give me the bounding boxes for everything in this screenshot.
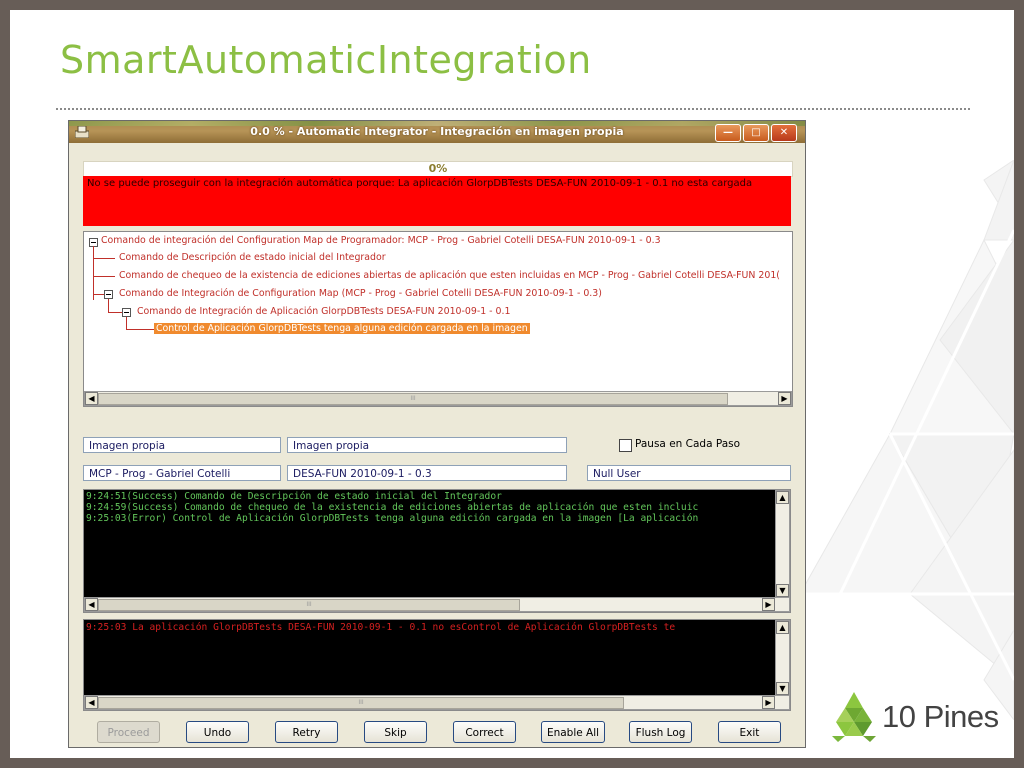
image-source-field[interactable]: Imagen propia	[83, 437, 281, 453]
error-log-vertical-scrollbar[interactable]: ▲ ▼	[775, 620, 790, 696]
log-line: 9:24:51(Success) Comando de Descripción …	[86, 491, 502, 502]
scroll-left-icon[interactable]: ◀	[85, 696, 98, 709]
triangle-pattern-decoration	[780, 160, 1014, 720]
tree-horizontal-scrollbar[interactable]: ◀ III ▶	[84, 391, 792, 406]
scroll-down-icon[interactable]: ▼	[776, 682, 789, 695]
flush-log-button[interactable]: Flush Log	[629, 721, 692, 743]
tree-item[interactable]: Comando de Descripción de estado inicial…	[119, 252, 386, 263]
minimize-icon[interactable]: —	[715, 124, 741, 142]
undo-button[interactable]: Undo	[186, 721, 249, 743]
progress-label: 0%	[428, 162, 448, 175]
scroll-left-icon[interactable]: ◀	[85, 598, 98, 611]
integration-log[interactable]: 9:24:51(Success) Comando de Descripción …	[83, 489, 791, 613]
tree-item-selected[interactable]: Control de Aplicación GlorpDBTests tenga…	[154, 323, 530, 334]
retry-button[interactable]: Retry	[275, 721, 338, 743]
progress-bar: 0%	[83, 161, 793, 177]
proceed-button[interactable]: Proceed	[97, 721, 160, 743]
correct-button[interactable]: Correct	[453, 721, 516, 743]
pause-checkbox[interactable]	[619, 439, 632, 452]
exit-button[interactable]: Exit	[718, 721, 781, 743]
slide-title: SmartAutomaticIntegration	[60, 38, 592, 82]
brand-logo: 10 Pines	[832, 692, 999, 742]
scroll-right-icon[interactable]: ▶	[762, 598, 775, 611]
tree-item[interactable]: Comando de chequeo de la existencia de e…	[119, 270, 780, 281]
window-title: 0.0 % - Automatic Integrator - Integraci…	[250, 125, 624, 138]
slide: SmartAutomaticIntegration 10 Pines 0.0 %…	[10, 10, 1014, 758]
error-message-box: No se puede proseguir con la integración…	[83, 176, 791, 226]
config-map-field[interactable]: MCP - Prog - Gabriel Cotelli	[83, 465, 281, 481]
scroll-down-icon[interactable]: ▼	[776, 584, 789, 597]
user-field[interactable]: Null User	[587, 465, 791, 481]
scroll-right-icon[interactable]: ▶	[778, 392, 791, 405]
error-log-horizontal-scrollbar[interactable]: ◀ III ▶	[84, 695, 790, 710]
error-log[interactable]: 9:25:03 La aplicación GlorpDBTests DESA-…	[83, 619, 791, 711]
brand-name: 10 Pines	[882, 699, 999, 734]
scroll-left-icon[interactable]: ◀	[85, 392, 98, 405]
scroll-right-icon[interactable]: ▶	[762, 696, 775, 709]
pause-label: Pausa en Cada Paso	[635, 438, 741, 450]
automatic-integrator-window: 0.0 % - Automatic Integrator - Integraci…	[68, 120, 806, 748]
tree-item[interactable]: Comando de Integración de Aplicación Glo…	[137, 306, 510, 317]
error-log-line: 9:25:03 La aplicación GlorpDBTests DESA-…	[86, 622, 676, 633]
collapse-toggle-icon[interactable]	[122, 308, 131, 317]
tree-item[interactable]: Comando de integración del Configuration…	[101, 235, 661, 246]
scroll-thumb[interactable]: III	[98, 599, 520, 611]
image-target-field[interactable]: Imagen propia	[287, 437, 567, 453]
log-vertical-scrollbar[interactable]: ▲ ▼	[775, 490, 790, 598]
log-line: 9:24:59(Success) Comando de chequeo de l…	[86, 502, 699, 513]
scroll-up-icon[interactable]: ▲	[776, 491, 789, 504]
maximize-icon[interactable]: □	[743, 124, 769, 142]
command-tree[interactable]: Comando de integración del Configuration…	[83, 231, 793, 407]
skip-button[interactable]: Skip	[364, 721, 427, 743]
log-horizontal-scrollbar[interactable]: ◀ III ▶	[84, 597, 790, 612]
scroll-thumb[interactable]: III	[98, 697, 624, 709]
scroll-thumb[interactable]: III	[98, 393, 728, 405]
error-message: No se puede proseguir con la integración…	[87, 178, 753, 189]
scroll-up-icon[interactable]: ▲	[776, 621, 789, 634]
log-line: 9:25:03(Error) Control de Aplicación Glo…	[86, 513, 699, 524]
close-icon[interactable]: ✕	[771, 124, 797, 142]
pine-tree-icon	[832, 692, 876, 742]
window-titlebar[interactable]: 0.0 % - Automatic Integrator - Integraci…	[69, 121, 805, 143]
enable-all-button[interactable]: Enable All	[541, 721, 605, 743]
tree-item[interactable]: Comando de Integración de Configuration …	[119, 288, 602, 299]
collapse-toggle-icon[interactable]	[104, 290, 113, 299]
dotted-divider	[56, 108, 970, 110]
version-field[interactable]: DESA-FUN 2010-09-1 - 0.3	[287, 465, 567, 481]
